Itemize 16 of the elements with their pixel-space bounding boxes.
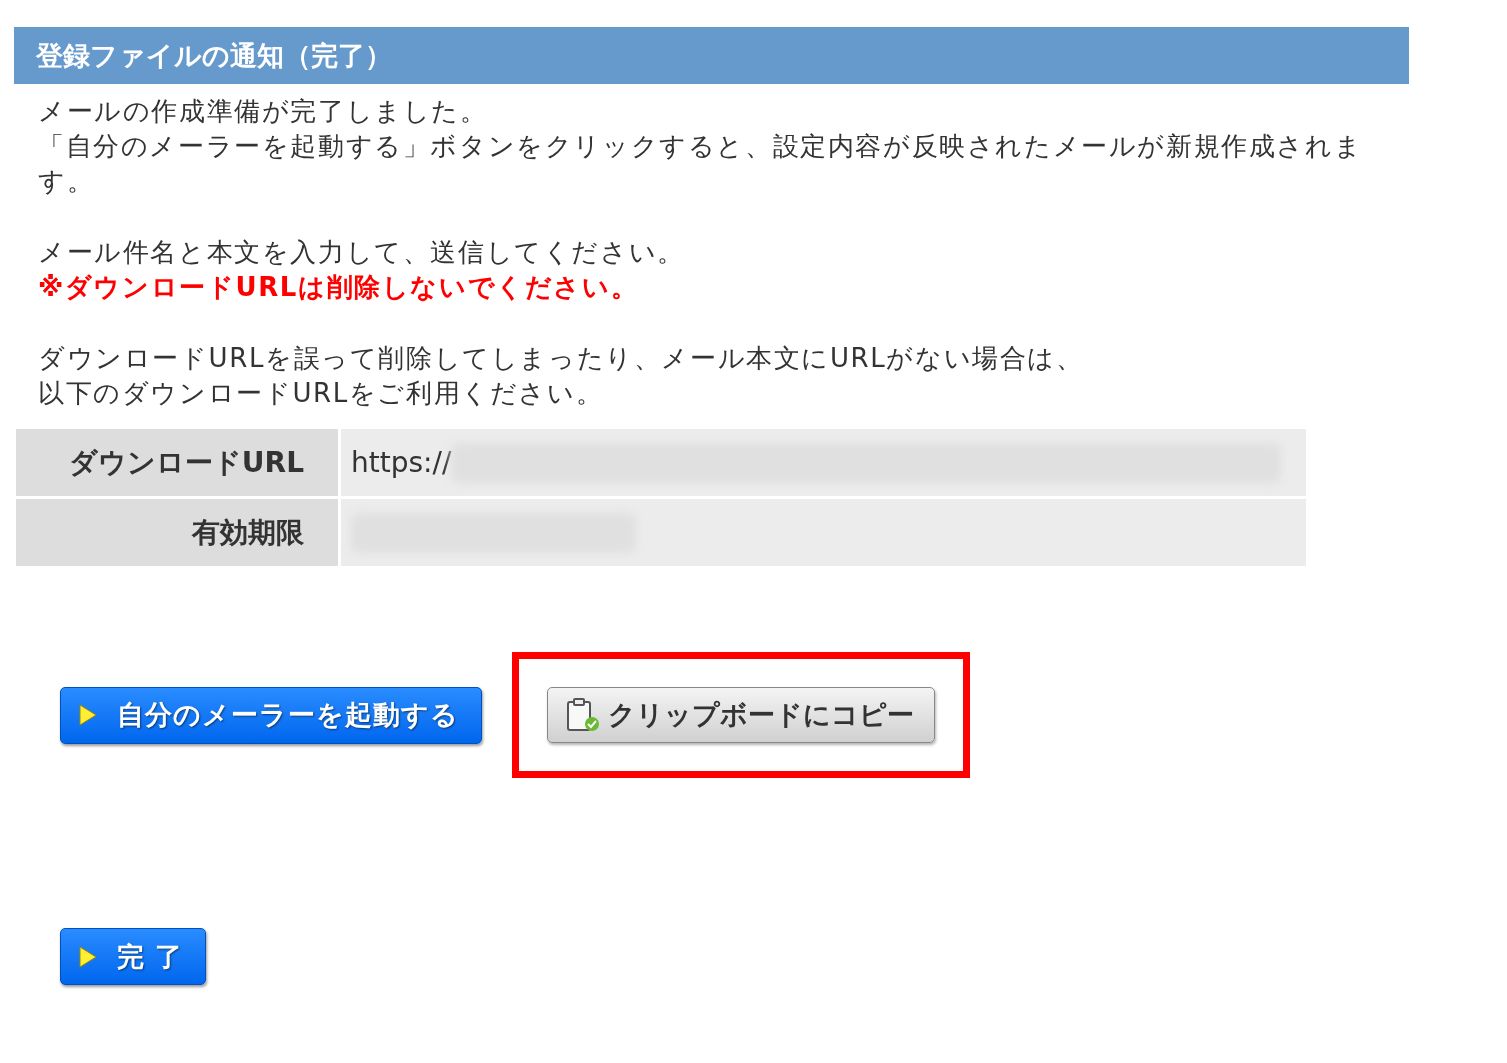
message-text: 以下のダウンロードURLをご利用ください。 [38, 377, 605, 410]
message-text: 「自分のメーラーを起動する」ボタンをクリックすると、設定内容が反映されたメールが新規作成されます。 [38, 130, 1364, 198]
url-text: https:// [351, 446, 452, 479]
message-text: メールの作成準備が完了しました。 [38, 95, 489, 128]
action-button[interactable]: 自分のメーラーを起動する [60, 686, 482, 744]
action-button[interactable]: 完 了 [60, 928, 207, 985]
clipboard-check-icon [566, 697, 600, 733]
message-text: ダウンロードURLを誤って削除してしまったり、メール本文にURLがない場合は、 [38, 342, 1085, 375]
row-label: ダウンロードURL [16, 429, 338, 496]
warning-text: ※ダウンロードURLは削除しないでください。 [38, 271, 640, 304]
play-icon [79, 704, 97, 726]
copy-button[interactable]: クリップボードにコピー [547, 687, 935, 743]
play-icon [79, 945, 97, 968]
section-header: 登録ファイルの通知（完了） [14, 27, 1409, 84]
message-text: メール件名と本文を入力して、送信してください。 [38, 236, 686, 269]
row-label: 有効期限 [16, 499, 338, 566]
